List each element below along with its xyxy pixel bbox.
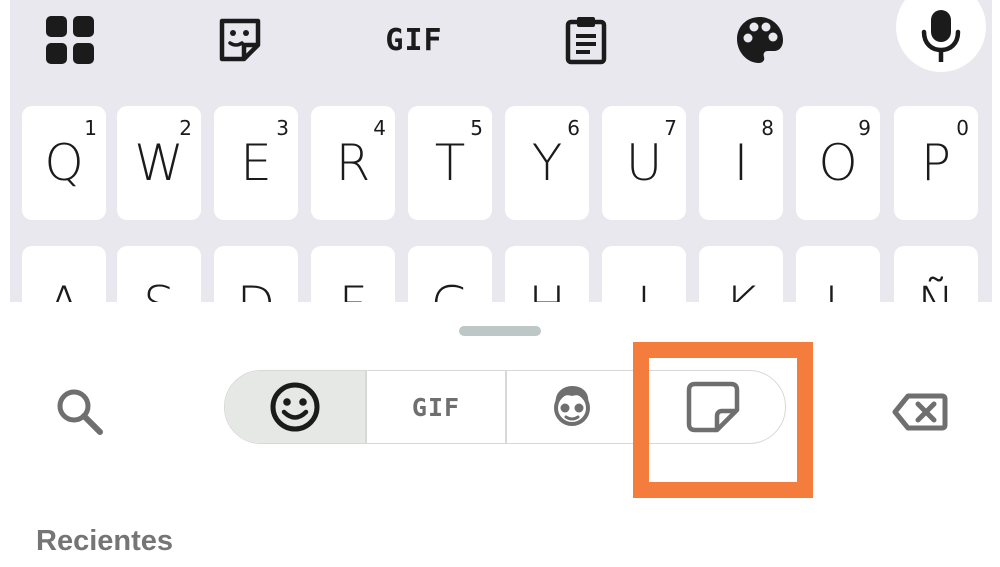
- sticker-face-icon: [219, 18, 261, 62]
- key-number-hint: 6: [567, 116, 580, 140]
- key-letter: O: [818, 134, 858, 192]
- emoji-sticker-panel: GIF Recientes: [0, 312, 1000, 567]
- gif-toolbar-label: GIF: [385, 22, 443, 58]
- backspace-button[interactable]: [887, 384, 953, 440]
- key-w[interactable]: W2: [117, 106, 201, 220]
- key-o[interactable]: O9: [796, 106, 880, 220]
- key-letter: G: [408, 276, 492, 302]
- key-number-hint: 3: [276, 116, 289, 140]
- key-number-hint: 4: [373, 116, 386, 140]
- apps-grid-icon: [46, 16, 94, 64]
- key-a[interactable]: A: [22, 246, 106, 302]
- clipboard-button[interactable]: [554, 0, 618, 80]
- key-letter: J: [602, 276, 686, 302]
- clipboard-icon: [565, 17, 607, 65]
- theme-button[interactable]: [728, 0, 792, 80]
- key-letter: Ñ: [894, 276, 978, 302]
- backspace-icon: [892, 393, 948, 431]
- keyboard-background: G I F Q 1 W 2 E 3 R 4 T 5 Y 6 U 7 I 8 O 9 …: [10, 0, 992, 302]
- sticker-tab-highlight: [633, 342, 813, 498]
- key-number-hint: 0: [956, 116, 969, 140]
- key-y[interactable]: Y6: [505, 106, 589, 220]
- key-letter: S: [117, 276, 201, 302]
- key-t[interactable]: T5: [408, 106, 492, 220]
- key-f[interactable]: F: [311, 246, 395, 302]
- keyboard: G I F Q 1 W 2 E 3 R 4 T 5 Y 6 U 7 I 8 O 9 …: [0, 0, 1000, 302]
- tab-gif-label: GIF: [411, 392, 461, 422]
- key-letter: D: [214, 276, 298, 302]
- key-letter: K: [699, 276, 783, 302]
- key-letter: E: [240, 134, 272, 192]
- key-letter: Q: [44, 134, 84, 192]
- key-letter: I: [733, 134, 749, 192]
- drag-handle[interactable]: [459, 326, 541, 336]
- key-letter: H: [505, 276, 589, 302]
- key-g[interactable]: G: [408, 246, 492, 302]
- key-number-hint: 1: [84, 116, 97, 140]
- microphone-icon: [921, 10, 961, 62]
- key-letter: A: [22, 276, 106, 302]
- tab-emoji[interactable]: [225, 371, 365, 443]
- key-letter: T: [434, 134, 466, 192]
- key-letter: W: [134, 134, 184, 192]
- key-e[interactable]: E3: [214, 106, 298, 220]
- key-j[interactable]: J: [602, 246, 686, 302]
- search-icon: [57, 389, 103, 435]
- key-u[interactable]: U7: [602, 106, 686, 220]
- key-letter: L: [796, 276, 880, 302]
- key-k[interactable]: K: [699, 246, 783, 302]
- key-letter: R: [335, 134, 371, 192]
- key-letter: F: [311, 276, 395, 302]
- apps-grid-button[interactable]: [38, 0, 102, 80]
- smiley-icon: [270, 382, 320, 432]
- tab-avatar[interactable]: [507, 371, 637, 443]
- key-q[interactable]: Q1: [22, 106, 106, 220]
- gif-toolbar-button[interactable]: GIF: [374, 0, 454, 80]
- key-p[interactable]: P0: [894, 106, 978, 220]
- key-l[interactable]: L: [796, 246, 880, 302]
- key-number-hint: 8: [761, 116, 774, 140]
- palette-icon: [737, 17, 783, 63]
- key-s[interactable]: S: [117, 246, 201, 302]
- key-r[interactable]: R4: [311, 106, 395, 220]
- avatar-face-icon: [554, 386, 590, 426]
- key-number-hint: 7: [664, 116, 677, 140]
- key-enye[interactable]: Ñ: [894, 246, 978, 302]
- key-h[interactable]: H: [505, 246, 589, 302]
- sticker-toolbar-button[interactable]: [208, 0, 272, 80]
- key-d[interactable]: D: [214, 246, 298, 302]
- recent-section-title: Recientes: [36, 525, 174, 557]
- voice-input-button[interactable]: [896, 0, 986, 72]
- key-number-hint: 5: [470, 116, 483, 140]
- tab-gif[interactable]: GIF: [367, 371, 505, 443]
- key-letter: Y: [531, 134, 563, 192]
- key-number-hint: 9: [858, 116, 871, 140]
- key-letter: U: [625, 134, 663, 192]
- key-i[interactable]: I8: [699, 106, 783, 220]
- key-letter: P: [920, 134, 952, 192]
- key-number-hint: 2: [179, 116, 192, 140]
- search-button[interactable]: [50, 382, 110, 442]
